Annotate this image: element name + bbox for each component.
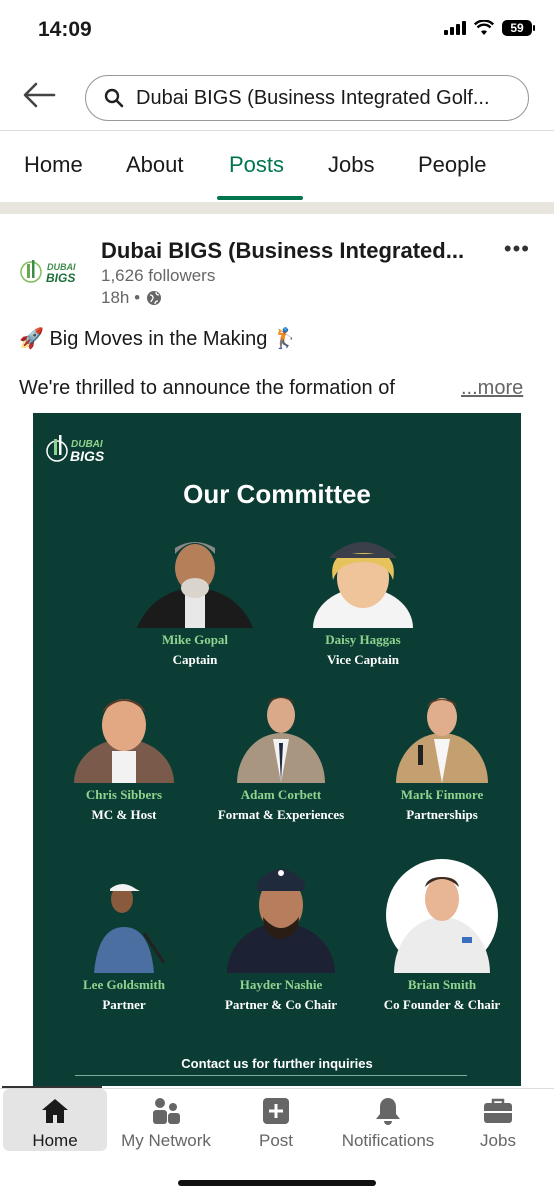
post-time-text: 18h • <box>101 288 141 307</box>
poster-logo: DUBAI BIGS <box>45 425 125 474</box>
member-photo <box>217 683 345 783</box>
member-role: Partnerships <box>406 807 478 822</box>
globe-icon <box>147 291 162 305</box>
search-input[interactable]: Dubai BIGS (Business Integrated Golf... <box>85 75 529 121</box>
active-tab-indicator <box>217 196 303 200</box>
company-logo[interactable]: DUBAI BIGS <box>19 252 85 292</box>
member-card: Mark Finmore Partnerships <box>342 683 521 823</box>
nav-post[interactable]: Post <box>236 1089 316 1151</box>
search-query: Dubai BIGS (Business Integrated Golf... <box>136 86 490 109</box>
company-name[interactable]: Dubai BIGS (Business Integrated... <box>101 238 464 264</box>
member-photo <box>378 683 506 783</box>
poster-logo-bigs: BIGS <box>70 448 105 464</box>
post-icon <box>262 1095 290 1127</box>
home-icon <box>40 1095 70 1127</box>
nav-jobs-label: Jobs <box>480 1131 516 1150</box>
nav-notifications-label: Notifications <box>341 1131 435 1150</box>
network-icon <box>150 1095 182 1127</box>
member-card: Brian Smith Co Founder & Chair <box>342 853 521 1013</box>
member-photo <box>299 528 427 628</box>
post-headline: 🚀 Big Moves in the Making 🏌️ <box>19 328 298 350</box>
more-options-icon[interactable]: ••• <box>504 236 530 262</box>
bell-icon <box>374 1095 402 1127</box>
home-indicator <box>178 1180 376 1186</box>
poster-divider <box>75 1075 467 1076</box>
member-photo <box>60 683 188 783</box>
member-photo <box>60 873 188 973</box>
company-tabs: Home About Posts Jobs People <box>0 131 554 201</box>
tab-about[interactable]: About <box>126 152 184 178</box>
post-time: 18h • <box>101 288 162 308</box>
logo-text-bigs: BIGS <box>46 271 75 285</box>
tab-posts[interactable]: Posts <box>229 152 284 178</box>
post-image[interactable]: DUBAI BIGS Our Committee Mike Gopal Capt… <box>33 413 521 1086</box>
nav-jobs[interactable]: Jobs <box>462 1089 534 1151</box>
member-card: Daisy Haggas Vice Captain <box>263 528 463 668</box>
tab-jobs[interactable]: Jobs <box>328 152 374 178</box>
signal-icon <box>444 21 466 35</box>
see-more-link[interactable]: ...more <box>461 377 523 400</box>
member-photo <box>131 528 259 628</box>
nav-notifications[interactable]: Notifications <box>332 1089 444 1151</box>
briefcase-icon <box>483 1095 513 1127</box>
post-body: We're thrilled to announce the formation… <box>19 377 395 399</box>
nav-my-network[interactable]: My Network <box>112 1089 220 1151</box>
tab-people[interactable]: People <box>418 152 487 178</box>
nav-post-label: Post <box>258 1131 294 1150</box>
back-arrow-icon[interactable] <box>22 80 56 115</box>
poster-contact: Contact us for further inquiries <box>181 1056 373 1071</box>
member-name: Daisy Haggas <box>325 632 401 647</box>
section-divider <box>0 202 554 214</box>
member-name: Mark Finmore <box>400 787 484 802</box>
member-role: Co Founder & Chair <box>383 997 501 1012</box>
member-name: Brian Smith <box>407 977 477 992</box>
member-photo <box>378 853 506 973</box>
tab-home[interactable]: Home <box>24 152 83 178</box>
search-icon <box>104 88 124 108</box>
member-role: Vice Captain <box>326 652 400 667</box>
member-photo <box>217 853 345 973</box>
poster-title: Our Committee <box>183 479 371 509</box>
nav-home[interactable]: Home <box>3 1089 107 1151</box>
status-time: 14:09 <box>38 18 92 41</box>
wifi-icon <box>474 20 494 35</box>
followers-count: 1,626 followers <box>101 266 216 285</box>
battery-icon: 59 <box>502 20 535 36</box>
nav-home-label: Home <box>32 1131 78 1150</box>
nav-my-network-label: My Network <box>121 1131 211 1150</box>
status-icons: 59 <box>444 20 535 36</box>
